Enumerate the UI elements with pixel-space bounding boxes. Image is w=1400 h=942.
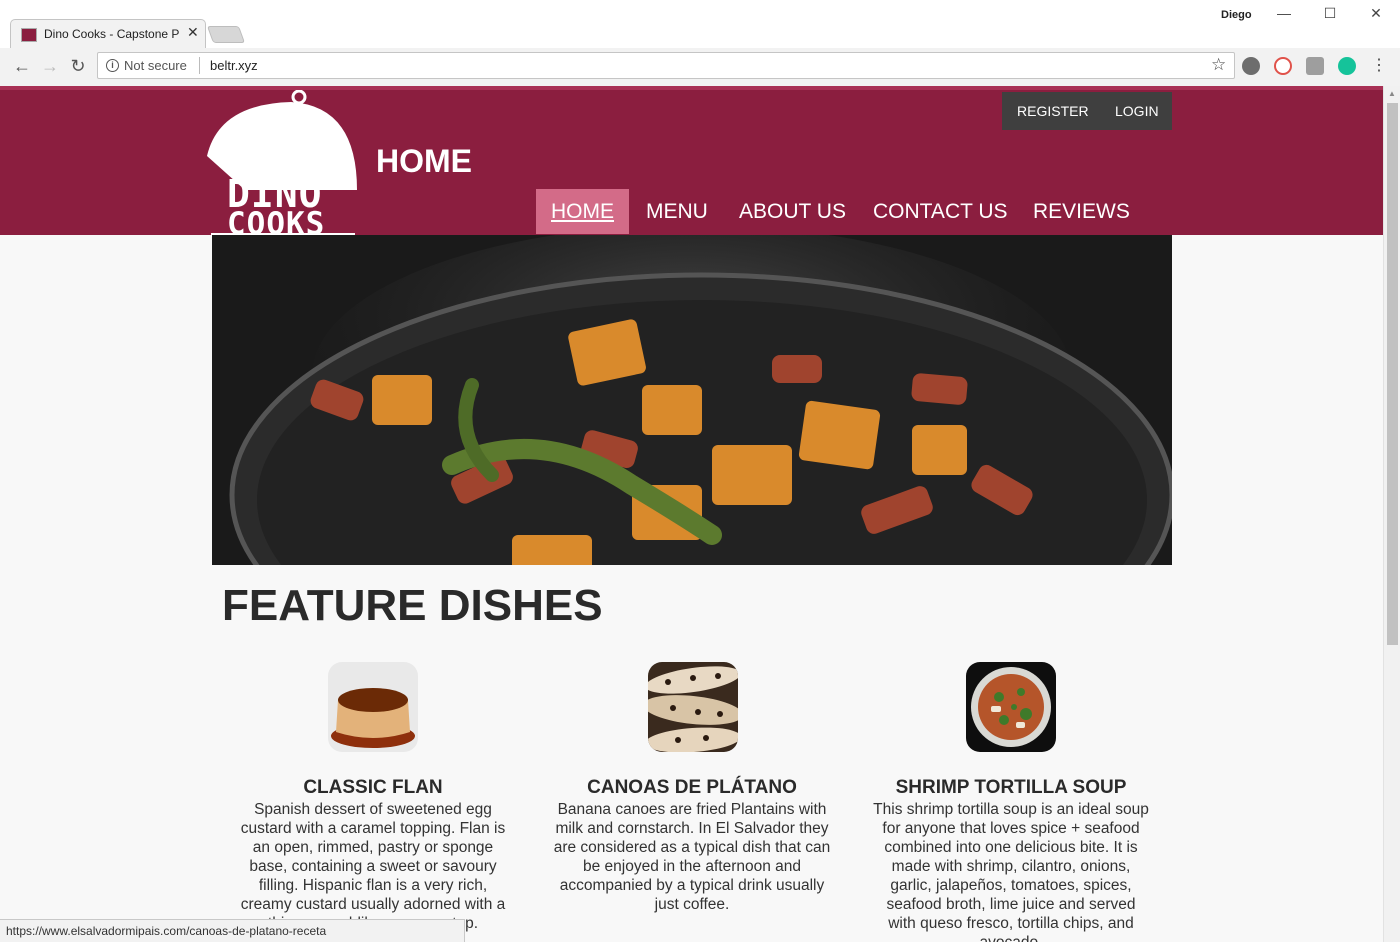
reload-icon[interactable]: ↻ bbox=[67, 55, 89, 77]
site-logo[interactable]: DINO COOKS bbox=[205, 89, 361, 242]
address-bar[interactable]: i Not secure beltr.xyz ☆ bbox=[97, 52, 1235, 79]
nav-about-us[interactable]: ABOUT US bbox=[739, 189, 846, 234]
profile-name[interactable]: Diego bbox=[1221, 9, 1252, 21]
security-label[interactable]: Not secure bbox=[124, 58, 187, 73]
dish-description: Spanish dessert of sweetened egg custard… bbox=[240, 801, 506, 932]
extension-flag-icon[interactable] bbox=[1306, 57, 1324, 75]
tab-title: Dino Cooks - Capstone P bbox=[44, 27, 180, 41]
soup-photo bbox=[966, 662, 1056, 752]
bookmark-star-icon[interactable]: ☆ bbox=[1211, 55, 1226, 75]
browser-tab[interactable]: Dino Cooks - Capstone P ✕ bbox=[10, 19, 206, 49]
browser-toolbar: ← → ↻ i Not secure beltr.xyz ☆ ⋮ bbox=[0, 48, 1400, 86]
flan-photo bbox=[328, 662, 418, 752]
scroll-up-icon[interactable]: ▲ bbox=[1388, 89, 1396, 98]
section-title: FEATURE DISHES bbox=[222, 581, 603, 630]
hero-image bbox=[212, 235, 1172, 565]
link-status-bar: https://www.elsalvadormipais.com/canoas-… bbox=[0, 919, 465, 942]
dish-image-flan[interactable] bbox=[328, 662, 418, 752]
register-button[interactable]: REGISTER bbox=[1017, 103, 1089, 119]
browser-menu-icon[interactable]: ⋮ bbox=[1371, 55, 1387, 77]
minimize-icon[interactable]: — bbox=[1264, 5, 1304, 25]
page-scrollbar[interactable]: ▲ bbox=[1383, 86, 1400, 942]
window-close-icon[interactable]: ✕ bbox=[1356, 5, 1396, 25]
info-icon[interactable]: i bbox=[106, 59, 119, 72]
extension-gear-icon[interactable] bbox=[1242, 57, 1260, 75]
dish-name: SHRIMP TORTILLA SOUP bbox=[895, 777, 1127, 798]
grammarly-icon[interactable] bbox=[1338, 57, 1356, 75]
new-tab-button[interactable] bbox=[206, 26, 246, 43]
nav-menu[interactable]: MENU bbox=[646, 189, 708, 234]
dish-image-canoas[interactable] bbox=[648, 662, 738, 752]
dish-description: Banana canoes are fried Plantains with m… bbox=[553, 801, 831, 913]
frying-pan-photo bbox=[212, 235, 1172, 565]
site-header: DINO COOKS HOME REGISTER LOGIN HOME MENU… bbox=[0, 86, 1383, 242]
login-button[interactable]: LOGIN bbox=[1115, 103, 1159, 119]
nav-reviews[interactable]: REVIEWS bbox=[1033, 189, 1130, 234]
dish-image-soup[interactable] bbox=[966, 662, 1056, 752]
dish-name: CLASSIC FLAN bbox=[303, 777, 443, 798]
extension-block-icon[interactable] bbox=[1274, 57, 1292, 75]
dish-description: This shrimp tortilla soup is an ideal so… bbox=[873, 801, 1149, 942]
browser-chrome: Dino Cooks - Capstone P ✕ Diego — ☐ ✕ ← … bbox=[0, 0, 1400, 86]
back-icon[interactable]: ← bbox=[11, 55, 33, 77]
forward-icon[interactable]: → bbox=[39, 55, 61, 77]
canoas-photo bbox=[648, 662, 738, 752]
favicon-icon bbox=[21, 28, 37, 42]
omnibox-separator bbox=[199, 57, 200, 74]
nav-home[interactable]: HOME bbox=[536, 189, 629, 234]
url-text[interactable]: beltr.xyz bbox=[210, 58, 258, 73]
page-title: HOME bbox=[376, 143, 472, 179]
page-viewport: DINO COOKS HOME REGISTER LOGIN HOME MENU… bbox=[0, 86, 1383, 942]
scroll-thumb[interactable] bbox=[1387, 103, 1398, 645]
dish-name: CANOAS DE PLÁTANO bbox=[587, 777, 797, 798]
tab-close-icon[interactable]: ✕ bbox=[187, 24, 199, 41]
tab-strip: Dino Cooks - Capstone P ✕ Diego — ☐ ✕ bbox=[0, 0, 1400, 49]
maximize-icon[interactable]: ☐ bbox=[1310, 5, 1350, 25]
nav-contact-us[interactable]: CONTACT US bbox=[873, 189, 1008, 234]
auth-bar: REGISTER LOGIN bbox=[1002, 92, 1172, 130]
